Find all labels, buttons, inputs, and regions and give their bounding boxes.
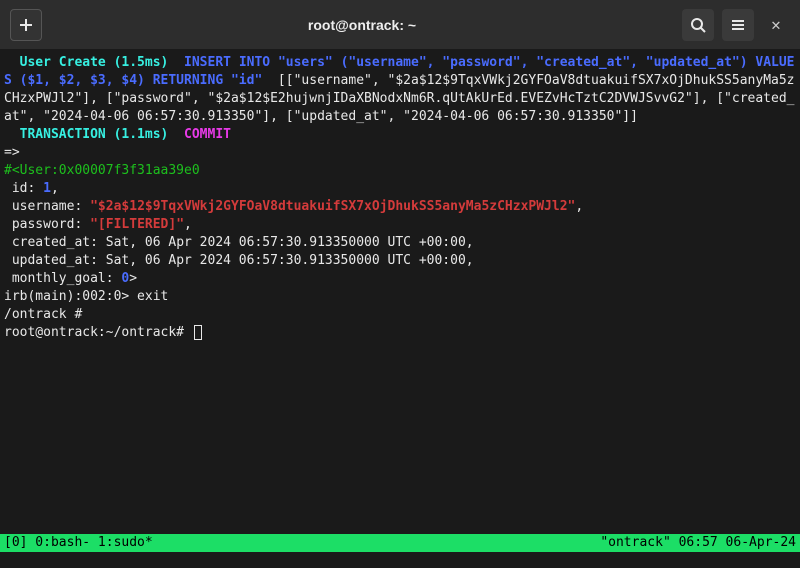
statusbar-right: "ontrack" 06:57 06-Apr-24 <box>600 534 796 552</box>
result-arrow: => <box>4 145 20 160</box>
menu-button[interactable] <box>722 9 754 41</box>
username-comma: , <box>575 199 583 214</box>
titlebar: root@ontrack: ~ ✕ <box>0 0 800 50</box>
search-icon <box>690 17 706 33</box>
id-value: 1 <box>43 181 51 196</box>
hamburger-icon <box>730 17 746 33</box>
container-prompt: /ontrack # <box>4 307 82 322</box>
id-comma: , <box>51 181 59 196</box>
username-value: "$2a$12$9TqxVWkj2GYFOaV8dtuakuifSX7xOjDh… <box>90 199 575 214</box>
log-commit: COMMIT <box>184 127 231 142</box>
plus-icon <box>18 17 34 33</box>
password-value: "[FILTERED]" <box>90 217 184 232</box>
statusbar-left: [0] 0:bash- 1:sudo* <box>4 534 153 552</box>
object-header: #<User:0x00007f3f31aa39e0 <box>4 163 200 178</box>
terminal-output[interactable]: User Create (1.5ms) INSERT INTO "users" … <box>0 50 800 534</box>
close-button[interactable]: ✕ <box>762 11 790 39</box>
object-close: > <box>129 271 137 286</box>
password-label: password: <box>4 217 90 232</box>
titlebar-controls: ✕ <box>682 9 790 41</box>
log-transaction: TRANSACTION (1.1ms) <box>4 127 184 142</box>
cursor <box>194 325 202 340</box>
window-title: root@ontrack: ~ <box>42 17 682 33</box>
close-icon: ✕ <box>771 15 781 34</box>
new-tab-button[interactable] <box>10 9 42 41</box>
password-comma: , <box>184 217 192 232</box>
monthly-goal-label: monthly_goal: <box>4 271 121 286</box>
tmux-statusbar: [0] 0:bash- 1:sudo* "ontrack" 06:57 06-A… <box>0 534 800 552</box>
updated-at-line: updated_at: Sat, 06 Apr 2024 06:57:30.91… <box>4 253 474 268</box>
id-label: id: <box>4 181 43 196</box>
log-user-create: User Create (1.5ms) <box>4 55 184 70</box>
search-button[interactable] <box>682 9 714 41</box>
username-label: username: <box>4 199 90 214</box>
created-at-line: created_at: Sat, 06 Apr 2024 06:57:30.91… <box>4 235 474 250</box>
irb-exit-line: irb(main):002:0> exit <box>4 289 168 304</box>
root-prompt: root@ontrack:~/ontrack# <box>4 325 192 340</box>
